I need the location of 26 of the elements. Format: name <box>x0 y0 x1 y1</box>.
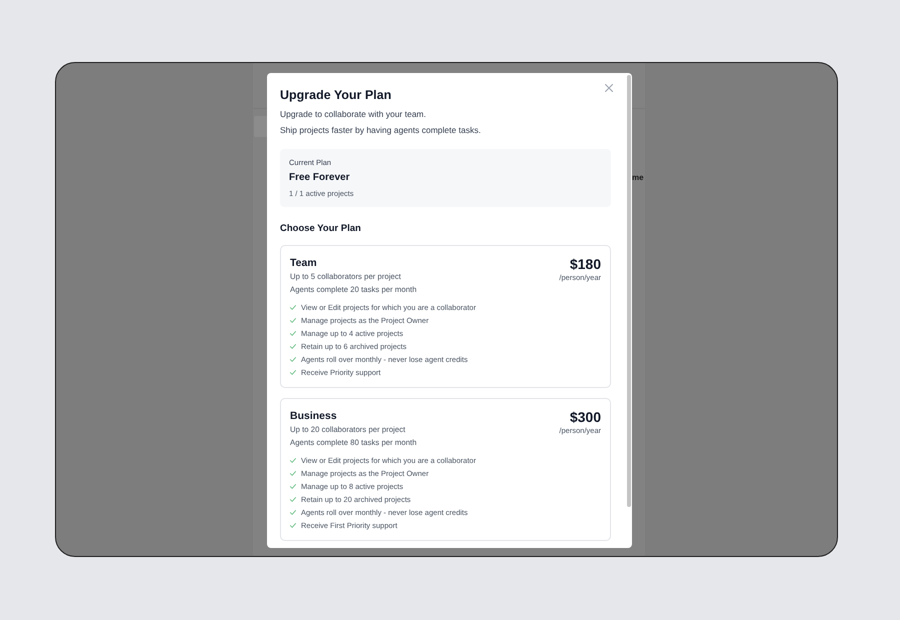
section-heading: Choose Your Plan <box>280 222 361 236</box>
check-icon <box>290 344 296 349</box>
dialog-title: Upgrade Your Plan <box>280 87 392 103</box>
check-icon <box>290 497 296 502</box>
check-icon <box>290 305 296 310</box>
plan-card[interactable] <box>280 398 611 541</box>
check-icon <box>290 357 296 362</box>
check-icon <box>290 523 296 528</box>
description-text: Ship projects faster by having agents complete tasks. <box>280 124 482 137</box>
check-icon <box>290 370 296 375</box>
plan-name: Business <box>290 409 337 423</box>
description-text: Upgrade to collaborate with your team. <box>280 108 427 121</box>
plan-price: $300 <box>570 409 601 425</box>
check-icon <box>290 331 296 336</box>
plan-card[interactable] <box>280 245 611 388</box>
plan-name: Team <box>290 256 317 270</box>
close-icon <box>605 84 613 92</box>
check-icon <box>290 471 296 476</box>
plan-price: $180 <box>570 256 601 272</box>
check-icon <box>290 458 296 463</box>
current-plan-name: Free Forever <box>289 172 350 184</box>
check-icon <box>290 510 296 515</box>
check-icon <box>290 484 296 489</box>
check-icon <box>290 318 296 323</box>
column-header-text: me <box>632 173 644 183</box>
scrollbar-thumb[interactable] <box>627 75 631 507</box>
